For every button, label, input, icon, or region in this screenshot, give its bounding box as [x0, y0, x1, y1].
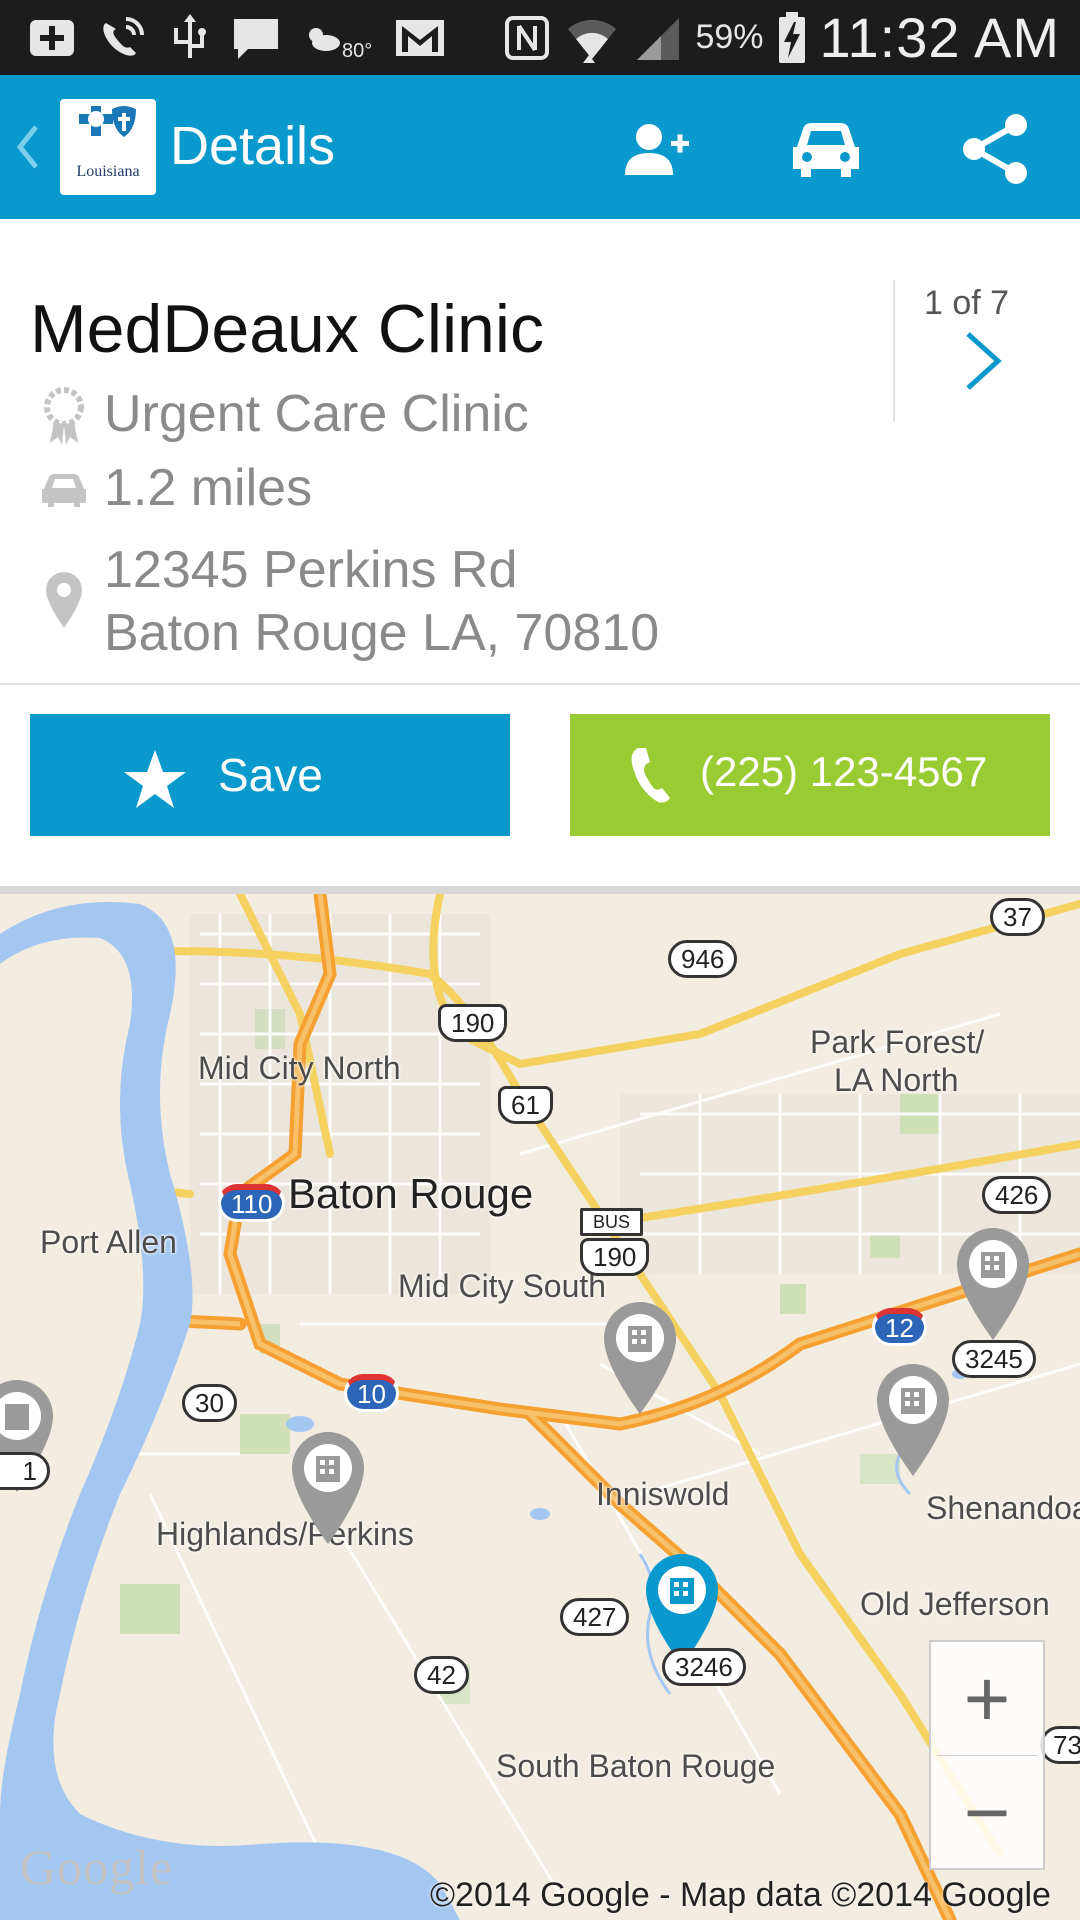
map-label-south-baton-rouge: South Baton Rouge	[496, 1748, 776, 1784]
route-shield: 73	[1040, 1726, 1080, 1764]
gmail-icon	[394, 18, 446, 58]
app-logo[interactable]: Louisiana	[60, 99, 156, 195]
status-bar: 80° 59% 11:32 AM	[0, 0, 1080, 75]
map-pin-label: 3245	[952, 1340, 1036, 1378]
route-shield: 42	[414, 1656, 469, 1694]
share-icon	[963, 114, 1027, 184]
clock-time: 11:32 AM	[819, 6, 1060, 69]
business-route-label: BUS	[580, 1208, 644, 1236]
phone-number: (225) 123-4567	[700, 748, 988, 795]
add-notification-icon	[28, 16, 76, 60]
map-label-mid-city-north: Mid City North	[198, 1050, 401, 1086]
route-shield: 30	[182, 1384, 237, 1422]
directions-button[interactable]	[788, 111, 864, 187]
clinic-pin-icon[interactable]	[948, 1224, 1038, 1344]
map-view[interactable]: Mid City North Baton Rouge Port Allen Mi…	[0, 894, 1080, 1920]
us-route-shield: 190	[438, 1004, 508, 1042]
google-logo: Google	[20, 1839, 174, 1895]
address-line-1: 12345 Perkins Rd	[104, 541, 518, 599]
next-result-chevron-icon[interactable]	[960, 330, 1006, 392]
zoom-in-button[interactable]: +	[931, 1642, 1043, 1755]
map-label-port-allen: Port Allen	[40, 1224, 177, 1260]
map-label-inniswold: Inniswold	[596, 1476, 730, 1512]
map-label-mid-city-south: Mid City South	[398, 1268, 607, 1304]
zoom-controls: + −	[929, 1640, 1045, 1870]
message-icon	[232, 15, 280, 61]
call-button[interactable]: (225) 123-4567	[570, 714, 1050, 836]
wifi-icon	[565, 13, 619, 63]
interstate-shield: 10	[344, 1374, 399, 1412]
back-chevron-icon[interactable]	[12, 119, 42, 175]
clinic-pin-icon[interactable]	[868, 1360, 958, 1480]
signal-icon	[633, 14, 681, 62]
add-person-icon	[625, 124, 689, 175]
map-shadow	[0, 886, 1080, 894]
interstate-shield: 110	[218, 1184, 286, 1222]
logo-text: Louisiana	[76, 163, 140, 180]
location-pin-icon	[42, 570, 86, 630]
clinic-pin-icon[interactable]	[595, 1298, 685, 1418]
pager-divider	[893, 280, 895, 422]
pager-count: 1 of 7	[924, 284, 1010, 322]
clinic-type: Urgent Care Clinic	[104, 385, 529, 443]
save-button-label: Save	[218, 749, 323, 801]
interstate-shield: 12	[872, 1308, 927, 1346]
map-pin-label: 3246	[662, 1648, 746, 1686]
clinic-type-row: Urgent Care Clinic	[42, 385, 529, 446]
us-route-shield: 61	[498, 1086, 553, 1124]
blue-cross-blue-shield-icon	[77, 104, 136, 138]
route-shield: 37	[990, 898, 1045, 936]
address-line-2: Baton Rouge LA, 70810	[104, 604, 660, 662]
map-pin-label: 1	[0, 1452, 50, 1490]
clinic-pin-icon[interactable]	[283, 1428, 373, 1548]
battery-percent: 59%	[695, 18, 764, 56]
battery-charging-icon	[778, 11, 806, 64]
route-shield: 426	[982, 1176, 1052, 1214]
share-button[interactable]	[957, 111, 1033, 187]
us-route-shield: 190	[580, 1238, 650, 1276]
route-shield: 427	[560, 1598, 630, 1636]
temperature-text: 80°	[342, 40, 373, 62]
wifi-call-icon	[98, 15, 148, 61]
map-label-park-forest: Park Forest/	[810, 1024, 985, 1060]
clinic-name: MedDeaux Clinic	[30, 291, 544, 367]
map-copyright: ©2014 Google - Map data ©2014 Google	[430, 1876, 1051, 1914]
distance-row: 1.2 miles	[42, 459, 312, 518]
car-icon	[793, 123, 859, 177]
distance: 1.2 miles	[104, 459, 313, 517]
nfc-icon	[503, 14, 551, 62]
map-label-shenandoah: Shenandoa	[926, 1490, 1080, 1526]
address-row[interactable]	[42, 570, 86, 630]
route-shield: 946	[668, 940, 738, 978]
zoom-out-button[interactable]: −	[931, 1756, 1043, 1869]
map-label-old-jefferson: Old Jefferson	[860, 1586, 1050, 1622]
usb-icon	[170, 13, 210, 62]
map-label-baton-rouge: Baton Rouge	[288, 1170, 534, 1217]
weather-icon	[302, 23, 342, 53]
star-icon	[124, 750, 186, 808]
save-button[interactable]: Save	[30, 714, 510, 836]
phone-icon	[631, 748, 670, 803]
app-bar: Louisiana Details	[0, 75, 1080, 219]
divider	[0, 683, 1080, 685]
map-label-la-north: LA North	[834, 1062, 959, 1098]
car-distance-icon	[42, 473, 86, 507]
add-contact-button[interactable]	[620, 111, 696, 187]
award-ribbon-icon	[42, 387, 86, 445]
page-title: Details	[170, 116, 336, 176]
